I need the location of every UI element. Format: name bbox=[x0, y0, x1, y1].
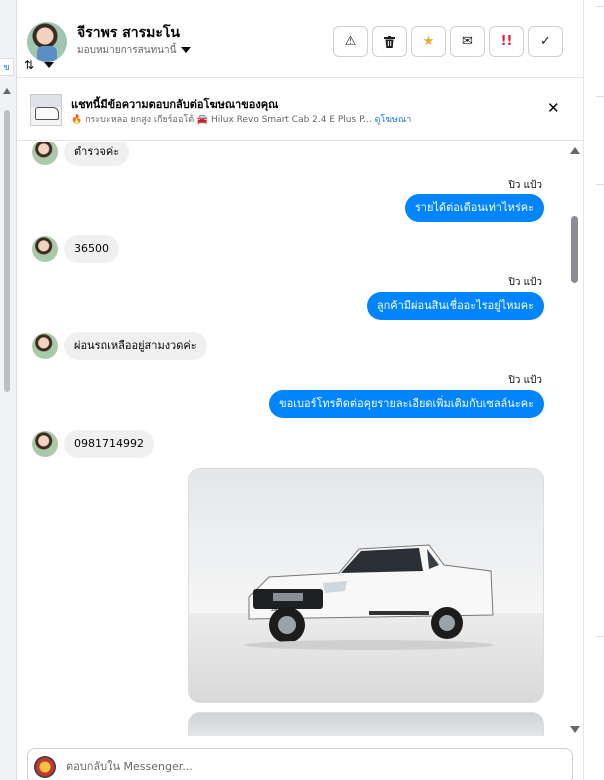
scroll-down-icon[interactable] bbox=[570, 726, 580, 733]
incoming-message[interactable]: 0981714992 bbox=[64, 430, 154, 458]
scroll-up-icon[interactable] bbox=[3, 88, 11, 94]
sender-name: ปิว แป้ว bbox=[508, 375, 542, 386]
assign-label: มอบหมายการสนทนานี้ bbox=[77, 45, 177, 56]
spam-icon: !! bbox=[500, 34, 513, 49]
envelope-icon: ✉ bbox=[462, 34, 473, 49]
contact-avatar bbox=[32, 142, 58, 165]
chevron-down-icon bbox=[181, 47, 192, 53]
scroll-up-icon[interactable] bbox=[570, 147, 580, 154]
warning-icon: ⚠ bbox=[344, 34, 357, 49]
thread-scrollbar-thumb[interactable] bbox=[571, 216, 578, 283]
contact-avatar bbox=[32, 431, 58, 457]
left-panel-tab[interactable]: ข bbox=[0, 58, 14, 76]
divider bbox=[596, 96, 604, 97]
filter-icon[interactable]: ⇅ bbox=[24, 58, 34, 72]
view-ad-link[interactable]: ดูโฆษณา bbox=[375, 115, 412, 125]
assign-conversation-dropdown[interactable]: มอบหมายการสนทนานี้ bbox=[77, 43, 192, 58]
report-button[interactable]: ⚠ bbox=[333, 26, 368, 57]
page-avatar bbox=[34, 756, 56, 778]
close-icon[interactable]: ✕ bbox=[547, 99, 560, 117]
reply-input[interactable] bbox=[66, 757, 546, 775]
star-icon: ★ bbox=[422, 34, 435, 49]
ad-banner-subtitle: 🔥 กระบะหลอ ยกสูง เกียร์ออโต้ 🚘 Hilux Rev… bbox=[71, 112, 411, 126]
message-thread: ตำรวจค่ะ ปิว แป้ว รายได้ต่อเดือนเท่าไหร่… bbox=[17, 142, 566, 736]
outgoing-message[interactable]: ลูกค้ามีผ่อนสินเชื่ออะไรอยู่ไหมคะ bbox=[366, 292, 544, 320]
chevron-down-icon[interactable] bbox=[44, 62, 54, 68]
ad-thumbnail[interactable] bbox=[30, 94, 62, 126]
divider bbox=[583, 0, 584, 780]
trash-icon bbox=[384, 35, 395, 48]
left-scrollbar-thumb[interactable] bbox=[4, 110, 10, 392]
divider bbox=[596, 184, 604, 185]
outgoing-message[interactable]: ขอเบอร์โทรติดต่อคุยรายละเอียดเพิ่มเติมกั… bbox=[269, 390, 544, 418]
delete-button[interactable] bbox=[372, 26, 407, 57]
ad-banner-title: แชทนี้มีข้อความตอบกลับต่อโฆษณาของคุณ bbox=[71, 98, 279, 111]
ad-reply-banner: แชทนี้มีข้อความตอบกลับต่อโฆษณาของคุณ 🔥 ก… bbox=[17, 79, 583, 141]
right-panel-edge bbox=[583, 0, 604, 780]
reply-composer bbox=[27, 748, 573, 780]
incoming-message[interactable]: ผ่อนรถเหลืออยู่สามงวดค่ะ bbox=[64, 332, 207, 360]
incoming-message[interactable]: 36500 bbox=[64, 235, 119, 263]
sender-name: ปิว แป้ว bbox=[508, 277, 542, 288]
contact-avatar[interactable] bbox=[27, 22, 67, 62]
ad-name: 🔥 กระบะหลอ ยกสูง เกียร์ออโต้ 🚘 Hilux Rev… bbox=[71, 115, 372, 125]
photo-attachment[interactable]: 2ฒช 9581 bbox=[188, 468, 544, 703]
pickup-truck-image: 2ฒช 9581 bbox=[244, 544, 494, 650]
contact-avatar bbox=[32, 333, 58, 359]
sender-name: ปิว แป้ว bbox=[508, 180, 542, 191]
divider bbox=[596, 6, 604, 7]
star-button[interactable]: ★ bbox=[411, 26, 446, 57]
contact-name[interactable]: จีราพร สารมะโน bbox=[77, 22, 180, 44]
spam-button[interactable]: !! bbox=[489, 26, 524, 57]
incoming-message[interactable]: ตำรวจค่ะ bbox=[64, 142, 130, 166]
header-actions: ⚠ ★ ✉ !! ✓ bbox=[333, 26, 563, 57]
outgoing-message[interactable]: รายได้ต่อเดือนเท่าไหร่คะ bbox=[404, 194, 544, 222]
divider bbox=[596, 636, 604, 637]
conversation-header: จีราพร สารมะโน มอบหมายการสนทนานี้ ⇅ ⚠ ★ … bbox=[17, 0, 583, 78]
check-icon: ✓ bbox=[540, 34, 551, 49]
photo-attachment[interactable] bbox=[188, 712, 544, 736]
left-panel-edge: ข bbox=[0, 0, 17, 780]
thread-scrollbar[interactable] bbox=[566, 142, 583, 736]
contact-avatar bbox=[32, 236, 58, 262]
mark-done-button[interactable]: ✓ bbox=[528, 26, 563, 57]
mark-unread-button[interactable]: ✉ bbox=[450, 26, 485, 57]
